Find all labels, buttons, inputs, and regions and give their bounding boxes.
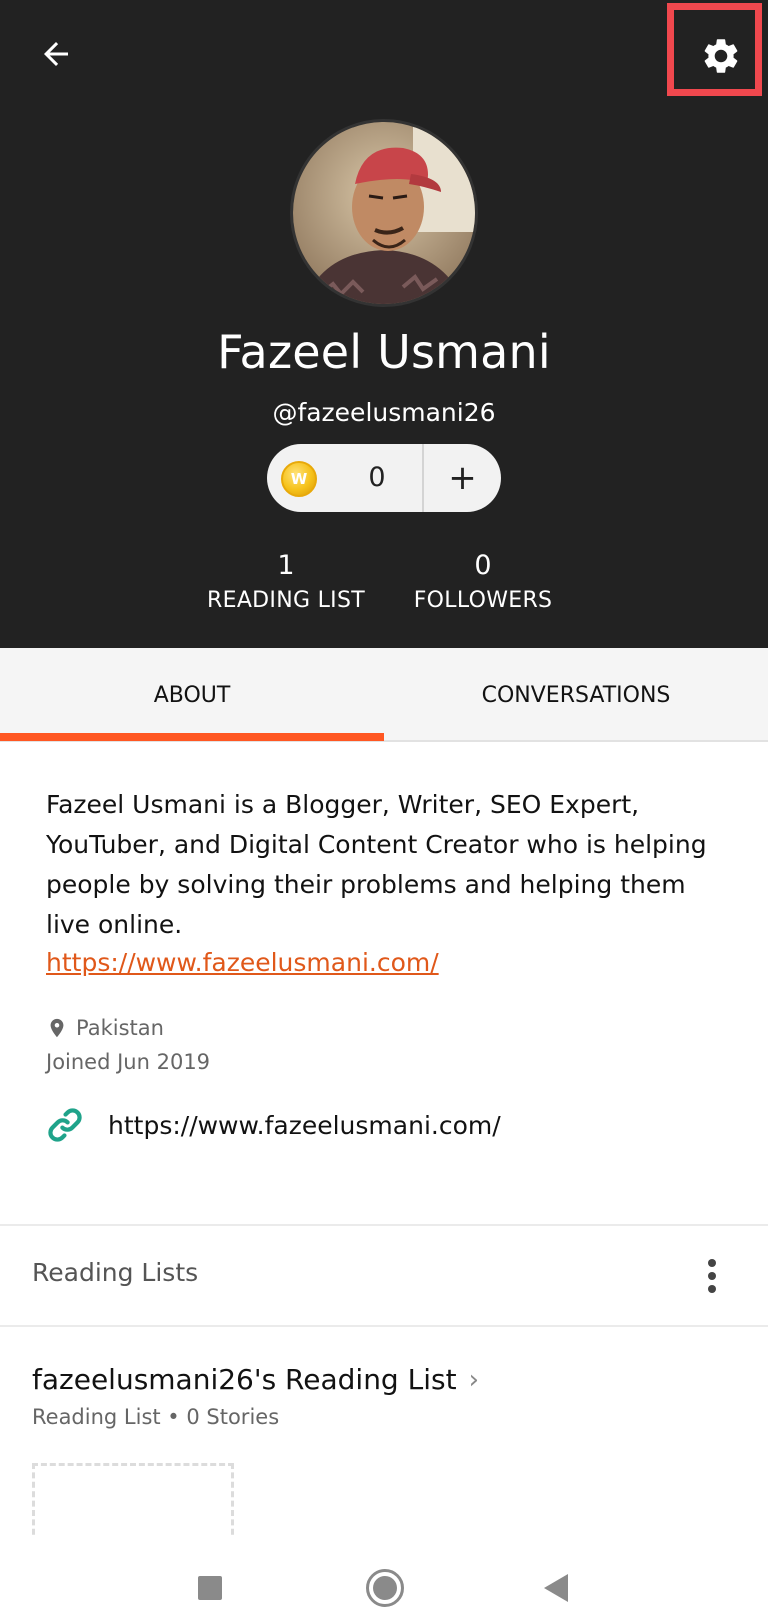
reading-list-stat[interactable]: 1 READING LIST: [200, 550, 372, 613]
add-coins-button[interactable]: +: [424, 444, 501, 512]
profile-tabs: ABOUT CONVERSATIONS: [0, 648, 768, 742]
kebab-dot: [708, 1272, 716, 1280]
profile-header: Fazeel Usmani @fazeelusmani26 W 0 + 1 RE…: [0, 0, 768, 648]
kebab-dot: [708, 1285, 716, 1293]
tab-conversations[interactable]: CONVERSATIONS: [384, 648, 768, 742]
link-icon: [44, 1104, 86, 1146]
reading-lists-header: Reading Lists: [32, 1258, 199, 1287]
location-text: Pakistan: [76, 1016, 164, 1040]
home-button[interactable]: [366, 1569, 404, 1607]
profile-name: Fazeel Usmani: [217, 325, 551, 379]
reading-list-title-text: fazeelusmani26's Reading List: [32, 1363, 457, 1396]
coin-icon: W: [281, 461, 317, 497]
reading-list-count: 1: [277, 550, 295, 581]
active-tab-indicator: [0, 733, 384, 741]
back-button[interactable]: [34, 32, 78, 76]
arrow-left-icon: [44, 42, 68, 66]
coin-count: 0: [368, 462, 386, 493]
reading-list-item-subtitle: Reading List • 0 Stories: [32, 1405, 280, 1429]
reading-list-item-title[interactable]: fazeelusmani26's Reading List ›: [32, 1363, 479, 1396]
chevron-right-icon: ›: [468, 1364, 479, 1395]
profile-username: @fazeelusmani26: [272, 398, 496, 427]
followers-count: 0: [474, 550, 492, 581]
settings-button[interactable]: [695, 30, 747, 82]
section-divider: [0, 1224, 768, 1226]
avatar-photo: [293, 122, 475, 304]
more-options-button[interactable]: [690, 1254, 734, 1298]
section-divider: [0, 1325, 768, 1327]
joined-date: Joined Jun 2019: [46, 1050, 211, 1074]
website-row[interactable]: https://www.fazeelusmani.com/: [44, 1104, 501, 1146]
reading-list-label: READING LIST: [207, 588, 365, 613]
followers-stat[interactable]: 0 FOLLOWERS: [408, 550, 558, 613]
bio-text: Fazeel Usmani is a Blogger, Writer, SEO …: [46, 790, 707, 939]
gear-icon: [704, 39, 738, 73]
home-circle-icon: [373, 1576, 397, 1600]
location-row: Pakistan: [46, 1015, 164, 1041]
system-back-button[interactable]: [544, 1574, 568, 1602]
bio-link[interactable]: https://www.fazeelusmani.com/: [46, 948, 439, 977]
kebab-dot: [708, 1259, 716, 1267]
tab-about[interactable]: ABOUT: [0, 648, 384, 742]
avatar[interactable]: [290, 119, 478, 307]
followers-label: FOLLOWERS: [413, 588, 553, 613]
recent-apps-button[interactable]: [198, 1576, 222, 1600]
location-pin-icon: [46, 1015, 68, 1041]
website-link: https://www.fazeelusmani.com/: [108, 1110, 501, 1140]
